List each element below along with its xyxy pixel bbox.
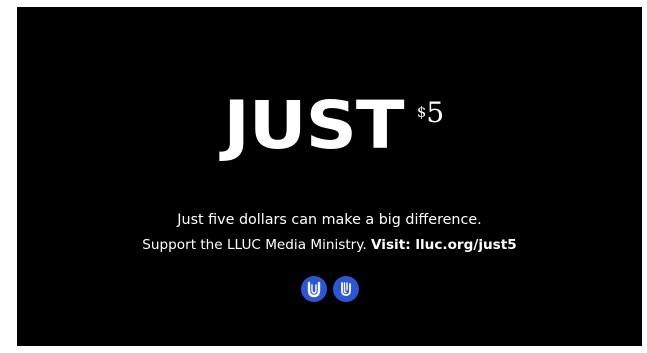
tagline: Just five dollars can make a big differe… bbox=[177, 212, 482, 228]
promo-slide: JUST $5 Just five dollars can make a big… bbox=[17, 7, 642, 346]
currency-symbol: $ bbox=[416, 103, 427, 121]
call-to-action: Support the LLUC Media Ministry. Visit: … bbox=[17, 237, 642, 253]
u-emblem-icon bbox=[300, 276, 327, 302]
logo-row bbox=[17, 276, 642, 302]
headline: JUST $5 bbox=[17, 93, 642, 163]
support-text: Support the LLUC Media Ministry. bbox=[142, 237, 371, 253]
price-amount: 5 bbox=[426, 96, 445, 129]
visit-link-text: Visit: lluc.org/just5 bbox=[371, 237, 517, 253]
lluc-emblem-icon bbox=[332, 276, 359, 302]
price-tag: $5 bbox=[417, 99, 444, 127]
headline-word: JUST bbox=[223, 87, 404, 164]
